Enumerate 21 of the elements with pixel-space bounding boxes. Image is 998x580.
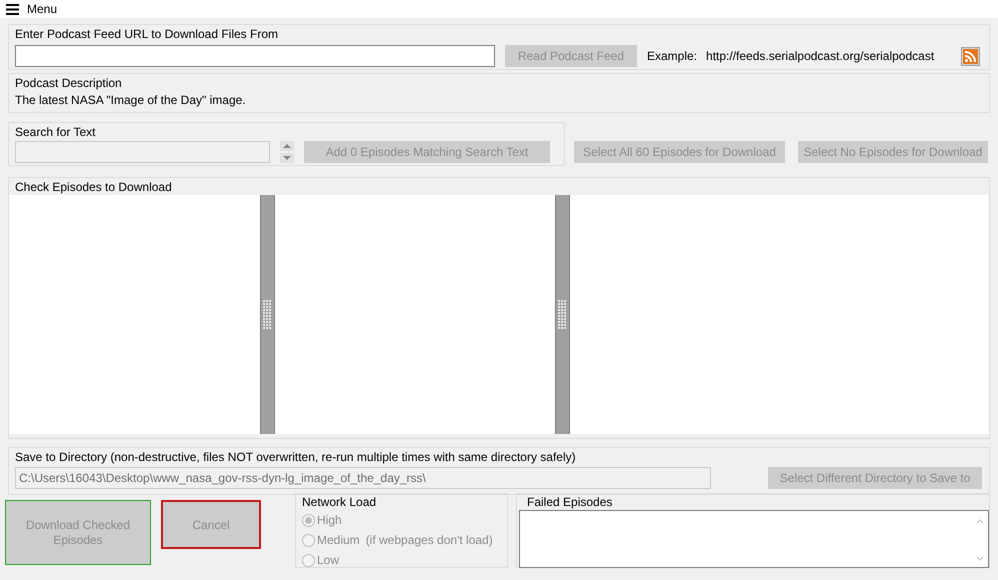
failed-episodes-textarea[interactable] [519, 510, 989, 568]
group-legend: Failed Episodes [519, 494, 987, 510]
grip-icon [558, 300, 567, 330]
rss-icon[interactable] [961, 46, 980, 66]
group-legend: Check Episodes to Download [9, 179, 989, 195]
group-legend: Enter Podcast Feed URL to Download Files From [15, 26, 983, 42]
spin-arrows-icon[interactable] [280, 141, 294, 163]
example-url: http://feeds.serialpodcast.org/serialpodcast [706, 48, 934, 65]
splitter-handle[interactable] [260, 195, 275, 434]
url-input-field[interactable] [15, 45, 495, 67]
group-legend: Network Load [302, 494, 501, 510]
description-text: The latest NASA "Image of the Day" image. [15, 92, 247, 109]
group-legend: Save to Directory (non-destructive, files NOT overwritten, re-run multiple times with same directory safely) [15, 449, 983, 465]
group-legend: Podcast Description [15, 75, 983, 91]
directory-field[interactable]: C:\Users\16043\Desktop\www_nasa_gov-rss-dyn-lg_image_of_the_day_rss\ [15, 467, 711, 489]
grip-icon [263, 300, 272, 330]
group-legend: Search for Text [15, 124, 558, 140]
example-label: Example: [647, 48, 698, 65]
splitter-handle[interactable] [555, 195, 570, 434]
menu-icon[interactable] [6, 4, 19, 14]
menu-label[interactable]: Menu [27, 0, 58, 18]
